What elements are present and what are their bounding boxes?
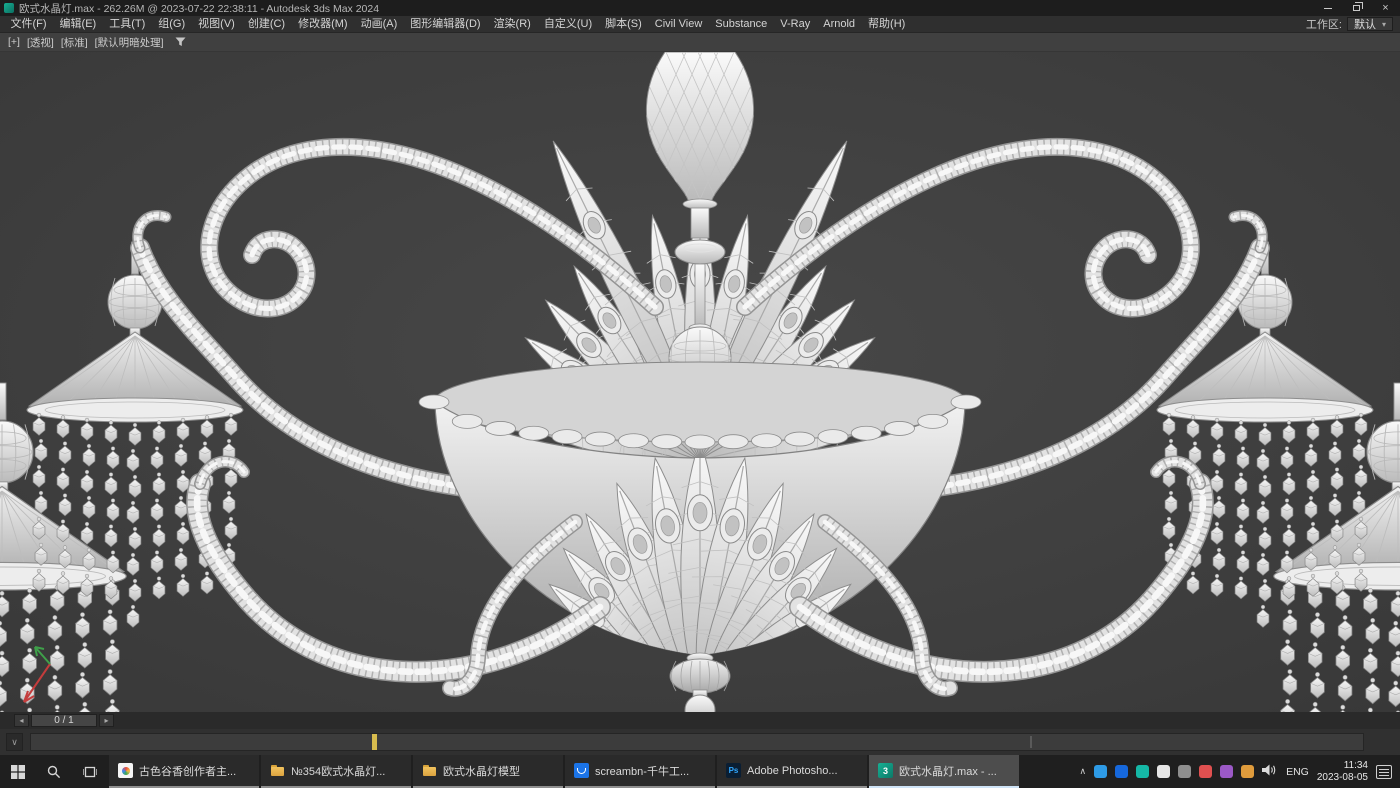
- taskbar-app-3dsmax[interactable]: 3 欧式水晶灯.max - ...: [869, 755, 1019, 788]
- frame-tick: [1030, 736, 1032, 748]
- viewport-3d[interactable]: [0, 52, 1400, 712]
- next-frame-button[interactable]: ▸: [99, 714, 114, 727]
- taskbar-app-photoshop[interactable]: Ps Adobe Photosho...: [717, 755, 867, 788]
- track-strip[interactable]: [30, 733, 1364, 751]
- close-button[interactable]: ×: [1371, 0, 1400, 16]
- menu-scripting[interactable]: 脚本(S): [599, 16, 649, 32]
- time-marker[interactable]: [372, 734, 377, 750]
- system-tray: ∧ ENG 11:34 2023-08-05: [1071, 755, 1400, 788]
- menu-file[interactable]: 文件(F): [4, 16, 53, 32]
- trackbar-toggle[interactable]: ∨: [6, 733, 23, 751]
- 3dsmax-app-icon: [4, 3, 14, 13]
- photoshop-icon: Ps: [726, 763, 741, 778]
- search-button[interactable]: [36, 755, 72, 788]
- viewport-standard-label[interactable]: [标准]: [59, 35, 90, 50]
- qianniu-icon: [574, 763, 589, 778]
- menu-rendering[interactable]: 渲染(R): [487, 16, 537, 32]
- taskbar-app-qianniu[interactable]: screambn-千牛工...: [565, 755, 715, 788]
- frame-counter[interactable]: 0 / 1: [31, 714, 97, 727]
- taskbar-app-label: screambn-千牛工...: [595, 763, 706, 779]
- menu-tools[interactable]: 工具(T): [103, 16, 152, 32]
- chevron-down-icon: ▾: [1382, 20, 1386, 29]
- filter-funnel-icon[interactable]: [175, 37, 186, 47]
- taskbar-app-label: 欧式水晶灯模型: [443, 763, 554, 779]
- menu-bar: 文件(F) 编辑(E) 工具(T) 组(G) 视图(V) 创建(C) 修改器(M…: [0, 16, 1400, 33]
- viewport-pov-label[interactable]: [透视]: [25, 35, 56, 50]
- 3dsmax-icon: 3: [878, 763, 893, 778]
- tray-icon-8[interactable]: [1241, 765, 1254, 778]
- folder-icon: [422, 763, 437, 778]
- viewport-label-bar: [+] [透视] [标准] [默认明暗处理]: [0, 33, 1400, 52]
- menu-modifiers[interactable]: 修改器(M): [292, 16, 355, 32]
- tray-icon-4[interactable]: [1157, 765, 1170, 778]
- search-icon: [47, 765, 61, 779]
- folder-icon: [270, 763, 285, 778]
- tray-icon-3[interactable]: [1136, 765, 1149, 778]
- taskbar-app-label: 古色谷香创作者主...: [139, 763, 250, 779]
- window-title: 欧式水晶灯.max - 262.26M @ 2023-07-22 22:38:1…: [19, 1, 379, 16]
- menu-civil-view[interactable]: Civil View: [648, 16, 708, 32]
- windows-logo-icon: [11, 765, 25, 779]
- viewport-shading-label[interactable]: [默认明暗处理]: [93, 35, 166, 50]
- taskbar-app-label: №354欧式水晶灯...: [291, 763, 402, 779]
- clock-date: 2023-08-05: [1317, 772, 1368, 784]
- tray-icon-7[interactable]: [1220, 765, 1233, 778]
- taskbar-app-label: 欧式水晶灯.max - ...: [899, 763, 1010, 779]
- speaker-icon: [1262, 764, 1278, 776]
- previous-frame-button[interactable]: ◂: [14, 714, 29, 727]
- window-controls: ×: [1313, 0, 1400, 16]
- menu-animation[interactable]: 动画(A): [354, 16, 404, 32]
- tray-icon-5[interactable]: [1178, 765, 1191, 778]
- restore-icon: [1353, 5, 1360, 11]
- language-indicator[interactable]: ENG: [1286, 766, 1309, 778]
- menu-arnold[interactable]: Arnold: [817, 16, 862, 32]
- menu-graph-editors[interactable]: 图形编辑器(D): [404, 16, 487, 32]
- menu-edit[interactable]: 编辑(E): [53, 16, 103, 32]
- menu-group[interactable]: 组(G): [152, 16, 192, 32]
- title-bar: 欧式水晶灯.max - 262.26M @ 2023-07-22 22:38:1…: [0, 0, 1400, 16]
- task-view-button[interactable]: [72, 755, 108, 788]
- taskbar-app-folder-1[interactable]: №354欧式水晶灯...: [261, 755, 411, 788]
- chandelier-model: [0, 52, 1400, 712]
- menu-customize[interactable]: 自定义(U): [537, 16, 598, 32]
- windows-taskbar: 古色谷香创作者主... №354欧式水晶灯... 欧式水晶灯模型 screamb…: [0, 755, 1400, 788]
- notification-center-icon[interactable]: [1376, 765, 1392, 779]
- viewport-menu-plus[interactable]: [+]: [6, 36, 22, 48]
- workspace-label: 工作区:: [1306, 16, 1342, 32]
- tray-icon-2[interactable]: [1115, 765, 1128, 778]
- menu-vray[interactable]: V-Ray: [774, 16, 817, 32]
- 3dsmax-window: 欧式水晶灯.max - 262.26M @ 2023-07-22 22:38:1…: [0, 0, 1400, 788]
- tray-icon-6[interactable]: [1199, 765, 1212, 778]
- taskbar-app-browser[interactable]: 古色谷香创作者主...: [109, 755, 259, 788]
- taskbar-clock[interactable]: 11:34 2023-08-05: [1317, 760, 1368, 784]
- tray-icon-1[interactable]: [1094, 765, 1107, 778]
- hidden-icons-chevron[interactable]: ∧: [1079, 766, 1086, 777]
- clock-time: 11:34: [1344, 760, 1368, 772]
- volume-button[interactable]: [1262, 763, 1278, 781]
- menu-help[interactable]: 帮助(H): [862, 16, 912, 32]
- menu-views[interactable]: 视图(V): [192, 16, 242, 32]
- start-button[interactable]: [0, 755, 36, 788]
- workspace-select[interactable]: 默认 ▾: [1347, 17, 1393, 31]
- taskbar-app-folder-2[interactable]: 欧式水晶灯模型: [413, 755, 563, 788]
- taskbar-app-label: Adobe Photosho...: [747, 765, 858, 777]
- workspace-value: 默认: [1354, 16, 1376, 32]
- minimize-icon: [1324, 8, 1332, 9]
- time-slider-bar: ◂ 0 / 1 ▸: [0, 712, 1400, 729]
- track-bar: ∨: [0, 729, 1400, 755]
- menu-create[interactable]: 创建(C): [241, 16, 291, 32]
- browser-page-icon: [118, 763, 133, 778]
- menu-substance[interactable]: Substance: [709, 16, 774, 32]
- minimize-button[interactable]: [1313, 0, 1342, 16]
- task-view-icon: [83, 765, 97, 779]
- restore-button[interactable]: [1342, 0, 1371, 16]
